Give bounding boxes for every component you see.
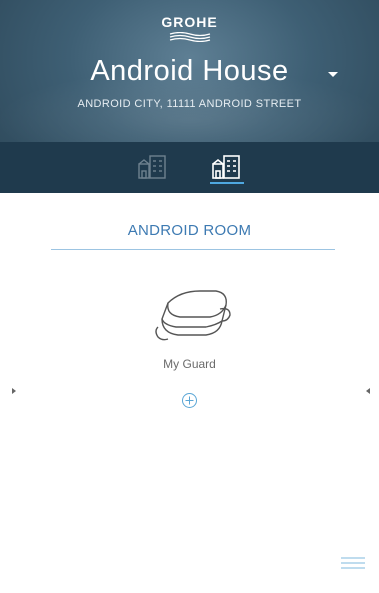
dropdown-caret-icon[interactable] — [328, 72, 338, 77]
plus-circle-icon[interactable] — [181, 392, 198, 409]
next-room-arrow-icon[interactable] — [366, 388, 370, 394]
buildings-outline-icon[interactable] — [136, 152, 170, 180]
view-tab-bar — [0, 142, 379, 193]
house-address: ANDROID CITY, 11111 ANDROID STREET — [77, 98, 302, 110]
brand-waves-icon — [169, 32, 211, 42]
app-header: GROHE Android House ANDROID CITY, 11111 … — [0, 0, 379, 193]
previous-room-arrow-icon[interactable] — [12, 388, 16, 394]
hamburger-menu-icon[interactable] — [340, 556, 366, 571]
house-selector[interactable]: Android House — [0, 55, 379, 88]
guard-sensor-icon[interactable] — [150, 285, 232, 345]
brand-logo: GROHE — [161, 14, 218, 30]
room-title[interactable]: ANDROID ROOM — [0, 222, 379, 239]
device-label[interactable]: My Guard — [0, 357, 379, 371]
room-divider — [51, 249, 335, 250]
buildings-outline-icon[interactable] — [210, 152, 244, 180]
active-tab-indicator — [210, 182, 244, 184]
